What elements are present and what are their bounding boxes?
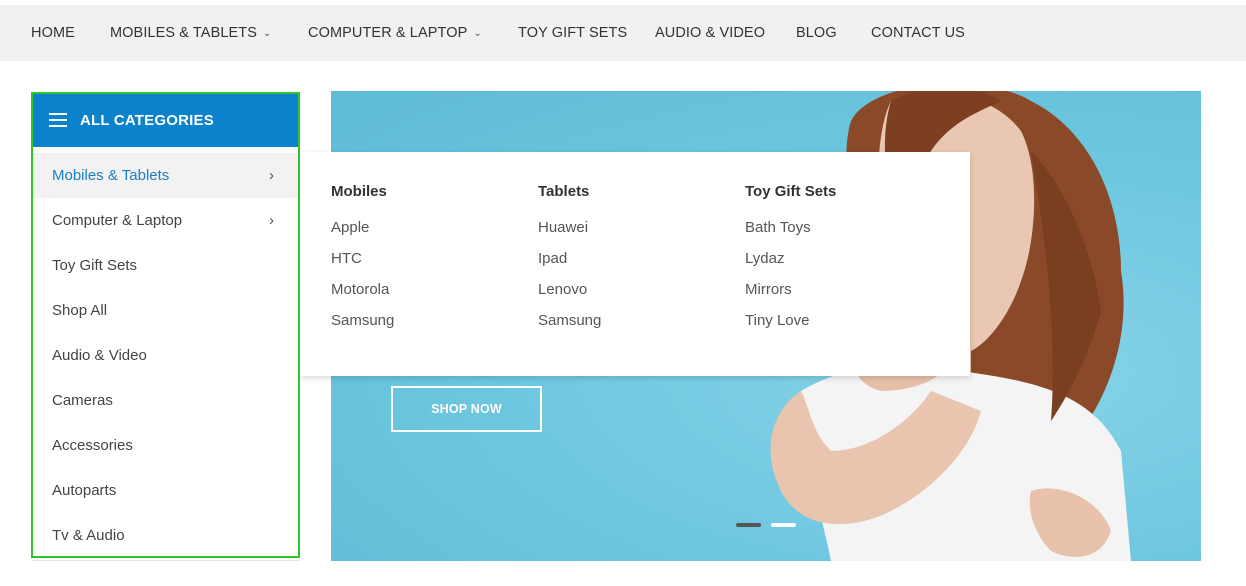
- carousel-dot[interactable]: [736, 523, 761, 527]
- sidebar-item-toy-gift-sets[interactable]: Toy Gift Sets: [33, 243, 298, 288]
- mega-menu-link-samsung-tablet[interactable]: Samsung: [538, 305, 601, 336]
- shop-now-button[interactable]: SHOP NOW: [391, 386, 542, 432]
- nav-item-home[interactable]: HOME: [31, 5, 75, 61]
- sidebar-item-autoparts[interactable]: Autoparts: [33, 468, 298, 513]
- nav-item-label: TOY GIFT SETS: [518, 25, 628, 41]
- mega-menu-column: Tablets Huawei Ipad Lenovo Samsung: [538, 182, 601, 336]
- sidebar-item-label: Mobiles & Tablets: [52, 167, 170, 184]
- sidebar-item-mobiles-tablets[interactable]: Mobiles & Tablets ›: [33, 153, 298, 198]
- sidebar-item-label: Autoparts: [52, 482, 117, 499]
- nav-item-label: COMPUTER & LAPTOP: [308, 25, 468, 41]
- nav-item-audio-video[interactable]: AUDIO & VIDEO: [655, 5, 765, 61]
- mega-menu-column: Toy Gift Sets Bath Toys Lydaz Mirrors Ti…: [745, 182, 836, 336]
- mega-menu-dropdown: Mobiles Apple HTC Motorola Samsung Table…: [300, 152, 970, 376]
- sidebar-item-shop-all[interactable]: Shop All: [33, 288, 298, 333]
- sidebar-item-label: Accessories: [52, 437, 133, 454]
- nav-item-computer-laptop[interactable]: COMPUTER & LAPTOP ⌄: [308, 5, 482, 61]
- mega-menu-link-tiny-love[interactable]: Tiny Love: [745, 305, 836, 336]
- category-list: Mobiles & Tablets › Computer & Laptop › …: [33, 153, 298, 558]
- nav-item-mobiles-tablets[interactable]: MOBILES & TABLETS ⌄: [110, 5, 272, 61]
- mega-menu-link-htc[interactable]: HTC: [331, 243, 394, 274]
- nav-item-label: HOME: [31, 25, 75, 41]
- nav-item-label: CONTACT US: [871, 25, 965, 41]
- sidebar-item-label: Cameras: [52, 392, 113, 409]
- chevron-down-icon: ⌄: [263, 28, 272, 39]
- mega-menu-link-lydaz[interactable]: Lydaz: [745, 243, 836, 274]
- nav-item-blog[interactable]: BLOG: [796, 5, 837, 61]
- nav-item-label: MOBILES & TABLETS: [110, 25, 258, 41]
- all-categories-header[interactable]: ALL CATEGORIES: [33, 94, 298, 147]
- nav-item-toy-gift-sets[interactable]: TOY GIFT SETS: [518, 5, 627, 61]
- chevron-down-icon: ⌄: [473, 28, 482, 39]
- nav-item-contact-us[interactable]: CONTACT US: [871, 5, 965, 61]
- top-navigation: HOME MOBILES & TABLETS ⌄ COMPUTER & LAPTO…: [0, 5, 1246, 61]
- chevron-right-icon: ›: [269, 167, 274, 184]
- mega-menu-link-ipad[interactable]: Ipad: [538, 243, 601, 274]
- all-categories-title: ALL CATEGORIES: [80, 112, 214, 129]
- mega-menu-link-apple[interactable]: Apple: [331, 212, 394, 243]
- carousel-dot-active[interactable]: [771, 523, 796, 527]
- hamburger-icon: [49, 113, 67, 127]
- sidebar-item-label: Audio & Video: [52, 347, 147, 364]
- sidebar-item-label: Shop All: [52, 302, 108, 319]
- chevron-right-icon: ›: [269, 212, 274, 229]
- sidebar-item-cameras[interactable]: Cameras: [33, 378, 298, 423]
- mega-menu-column-title: Tablets: [538, 183, 590, 200]
- mega-menu-link-lenovo[interactable]: Lenovo: [538, 274, 601, 305]
- sidebar-item-label: Toy Gift Sets: [52, 257, 138, 274]
- mega-menu-link-huawei[interactable]: Huawei: [538, 212, 601, 243]
- mega-menu-link-bath-toys[interactable]: Bath Toys: [745, 212, 836, 243]
- nav-item-label: AUDIO & VIDEO: [655, 25, 766, 41]
- mega-menu-column-title: Toy Gift Sets: [745, 183, 837, 200]
- mega-menu-link-mirrors[interactable]: Mirrors: [745, 274, 836, 305]
- mega-menu-column-title: Mobiles: [331, 183, 387, 200]
- sidebar-item-label: Computer & Laptop: [52, 212, 183, 229]
- sidebar-item-audio-video[interactable]: Audio & Video: [33, 333, 298, 378]
- categories-sidebar: ALL CATEGORIES Mobiles & Tablets › Compu…: [31, 92, 300, 558]
- mega-menu-column: Mobiles Apple HTC Motorola Samsung: [331, 182, 394, 336]
- mega-menu-link-samsung[interactable]: Samsung: [331, 305, 394, 336]
- sidebar-divider: [31, 560, 300, 561]
- mega-menu-link-motorola[interactable]: Motorola: [331, 274, 394, 305]
- sidebar-item-label: Tv & Audio: [52, 527, 125, 544]
- sidebar-item-accessories[interactable]: Accessories: [33, 423, 298, 468]
- sidebar-item-tv-audio[interactable]: Tv & Audio: [33, 513, 298, 558]
- nav-item-label: BLOG: [796, 25, 837, 41]
- sidebar-item-computer-laptop[interactable]: Computer & Laptop ›: [33, 198, 298, 243]
